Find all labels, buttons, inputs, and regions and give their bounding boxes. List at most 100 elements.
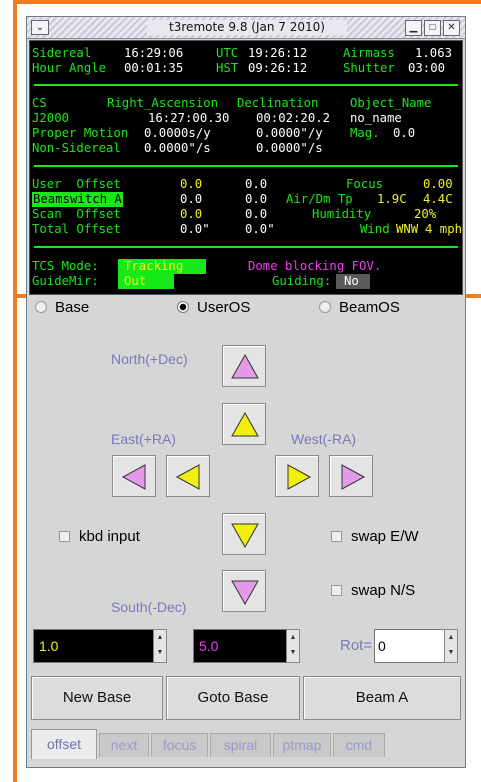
radio-base-label: Base — [55, 299, 90, 316]
beamswitch-dec: 0.0 — [245, 192, 268, 206]
up-arrow-icon — [231, 411, 259, 437]
shutter-value: 03:00 — [408, 61, 446, 75]
radio-useros[interactable]: UserOS — [177, 299, 250, 319]
sidereal-value: 16:29:06 — [124, 46, 184, 60]
divider — [34, 246, 458, 248]
radio-icon — [319, 301, 331, 313]
total-offset-ra: 0.0" — [180, 222, 210, 236]
air-temp-value: 1.9C — [377, 192, 407, 206]
south-label: South(-Dec) — [111, 599, 187, 615]
dec-header: Declination — [237, 96, 319, 110]
tab-next[interactable]: next — [99, 733, 149, 757]
up-arrow-icon — [231, 353, 259, 379]
wind-label: Wind — [360, 222, 390, 236]
user-offset-label: User Offset — [32, 177, 121, 191]
west-large-button[interactable] — [329, 455, 373, 497]
checkbox-icon — [331, 531, 342, 542]
east-small-button[interactable] — [166, 455, 210, 497]
scan-offset-ra: 0.0 — [180, 207, 203, 221]
dec-value: 00:02:20.2 — [256, 111, 331, 125]
large-step-value: 5.0 — [199, 638, 219, 654]
proper-motion-label: Proper Motion — [32, 126, 129, 140]
south-large-button[interactable] — [222, 570, 266, 612]
mag-value: 0.0 — [393, 126, 416, 140]
wind-direction: WNW — [396, 222, 419, 236]
airmass-value: 1.063 — [415, 46, 453, 60]
highlight-frame-left-edge — [13, 298, 17, 782]
close-icon[interactable]: ✕ — [443, 20, 460, 36]
hour-angle-value: 00:01:35 — [124, 61, 184, 75]
ra-value: 16:27:00.30 — [148, 111, 230, 125]
maximize-icon[interactable]: □ — [424, 20, 441, 36]
proper-motion-dec: 0.0000"/y — [256, 126, 323, 140]
right-arrow-icon — [341, 464, 366, 490]
beam-a-button[interactable]: Beam A — [303, 676, 461, 720]
window-menu-icon[interactable]: ⌄ — [31, 20, 49, 35]
radio-selected-icon — [177, 301, 189, 313]
minimize-icon[interactable]: ▁ — [405, 20, 422, 36]
spinner-arrows-icon[interactable]: ▲ ▼ — [286, 629, 300, 663]
proper-motion-ra: 0.0000s/y — [144, 126, 211, 140]
object-header: Object_Name — [350, 96, 432, 110]
swap-ew-checkbox[interactable]: swap E/W — [331, 528, 419, 545]
tab-cmd[interactable]: cmd — [333, 733, 385, 757]
north-label: North(+Dec) — [111, 351, 188, 367]
north-large-button[interactable] — [222, 345, 266, 387]
spinner-arrows-icon[interactable]: ▲ ▼ — [444, 629, 458, 663]
non-sidereal-label: Non-Sidereal — [32, 141, 121, 155]
title-bar[interactable]: ⌄ t3remote 9.8 (Jan 7 2010) ▁ □ ✕ — [27, 17, 465, 39]
swap-ns-label: swap N/S — [351, 582, 416, 599]
rotation-spinner[interactable]: 0 ▲ ▼ — [374, 629, 458, 663]
mag-label: Mag. — [350, 126, 380, 140]
beamswitch-label: Beamswitch A — [32, 192, 123, 207]
user-offset-ra: 0.0 — [180, 177, 203, 191]
large-step-spinner[interactable]: 5.0 ▲ ▼ — [193, 629, 300, 663]
tab-spiral[interactable]: spiral — [210, 733, 271, 757]
utc-value: 19:26:12 — [248, 46, 308, 60]
tab-ptmap[interactable]: ptmap — [273, 733, 331, 757]
tab-focus[interactable]: focus — [151, 733, 208, 757]
air-dome-temp-label: Air/Dm Tp — [286, 192, 353, 206]
checkbox-icon — [331, 585, 342, 596]
utc-label: UTC — [216, 46, 239, 60]
non-sidereal-dec: 0.0000"/s — [256, 141, 323, 155]
telescope-status-panel: Sidereal 16:29:06 UTC 19:26:12 Airmass 1… — [29, 40, 463, 295]
kbd-input-checkbox[interactable]: kbd input — [59, 528, 140, 545]
swap-ns-checkbox[interactable]: swap N/S — [331, 582, 415, 599]
swap-ew-label: swap E/W — [351, 528, 419, 545]
down-arrow-icon — [231, 523, 259, 549]
east-large-button[interactable] — [112, 455, 156, 497]
north-small-button[interactable] — [222, 403, 266, 445]
tab-offset[interactable]: offset — [31, 729, 97, 759]
divider — [34, 165, 458, 167]
airmass-label: Airmass — [343, 46, 395, 60]
beamswitch-ra: 0.0 — [180, 192, 203, 206]
humidity-label: Humidity — [312, 207, 372, 221]
right-arrow-icon — [287, 464, 312, 490]
goto-base-button[interactable]: Goto Base — [166, 676, 300, 720]
tcs-mode-value: Tracking — [118, 259, 206, 274]
radio-useros-label: UserOS — [197, 299, 251, 316]
radio-base[interactable]: Base — [35, 299, 89, 319]
west-small-button[interactable] — [275, 455, 319, 497]
cs-label: CS — [32, 96, 47, 110]
spinner-arrows-icon[interactable]: ▲ ▼ — [153, 629, 167, 663]
checkbox-icon — [59, 531, 70, 542]
new-base-button[interactable]: New Base — [31, 676, 163, 720]
radio-beamos[interactable]: BeamOS — [319, 299, 400, 319]
sidereal-label: Sidereal — [32, 46, 92, 60]
south-small-button[interactable] — [222, 513, 266, 555]
object-value: no_name — [350, 111, 402, 125]
guiding-value: No — [336, 274, 370, 289]
rotation-label: Rot= — [340, 637, 373, 654]
dome-temp-value: 4.4C — [423, 192, 453, 206]
ra-header: Right_Ascension — [107, 96, 219, 110]
left-arrow-icon — [121, 464, 146, 490]
guidemir-value: Out — [118, 274, 174, 289]
non-sidereal-ra: 0.0000"/s — [144, 141, 211, 155]
small-step-spinner[interactable]: 1.0 ▲ ▼ — [33, 629, 167, 663]
small-step-value: 1.0 — [39, 638, 59, 654]
east-label: East(+RA) — [111, 431, 176, 447]
total-offset-dec: 0.0" — [245, 222, 275, 236]
radio-icon — [35, 301, 47, 313]
